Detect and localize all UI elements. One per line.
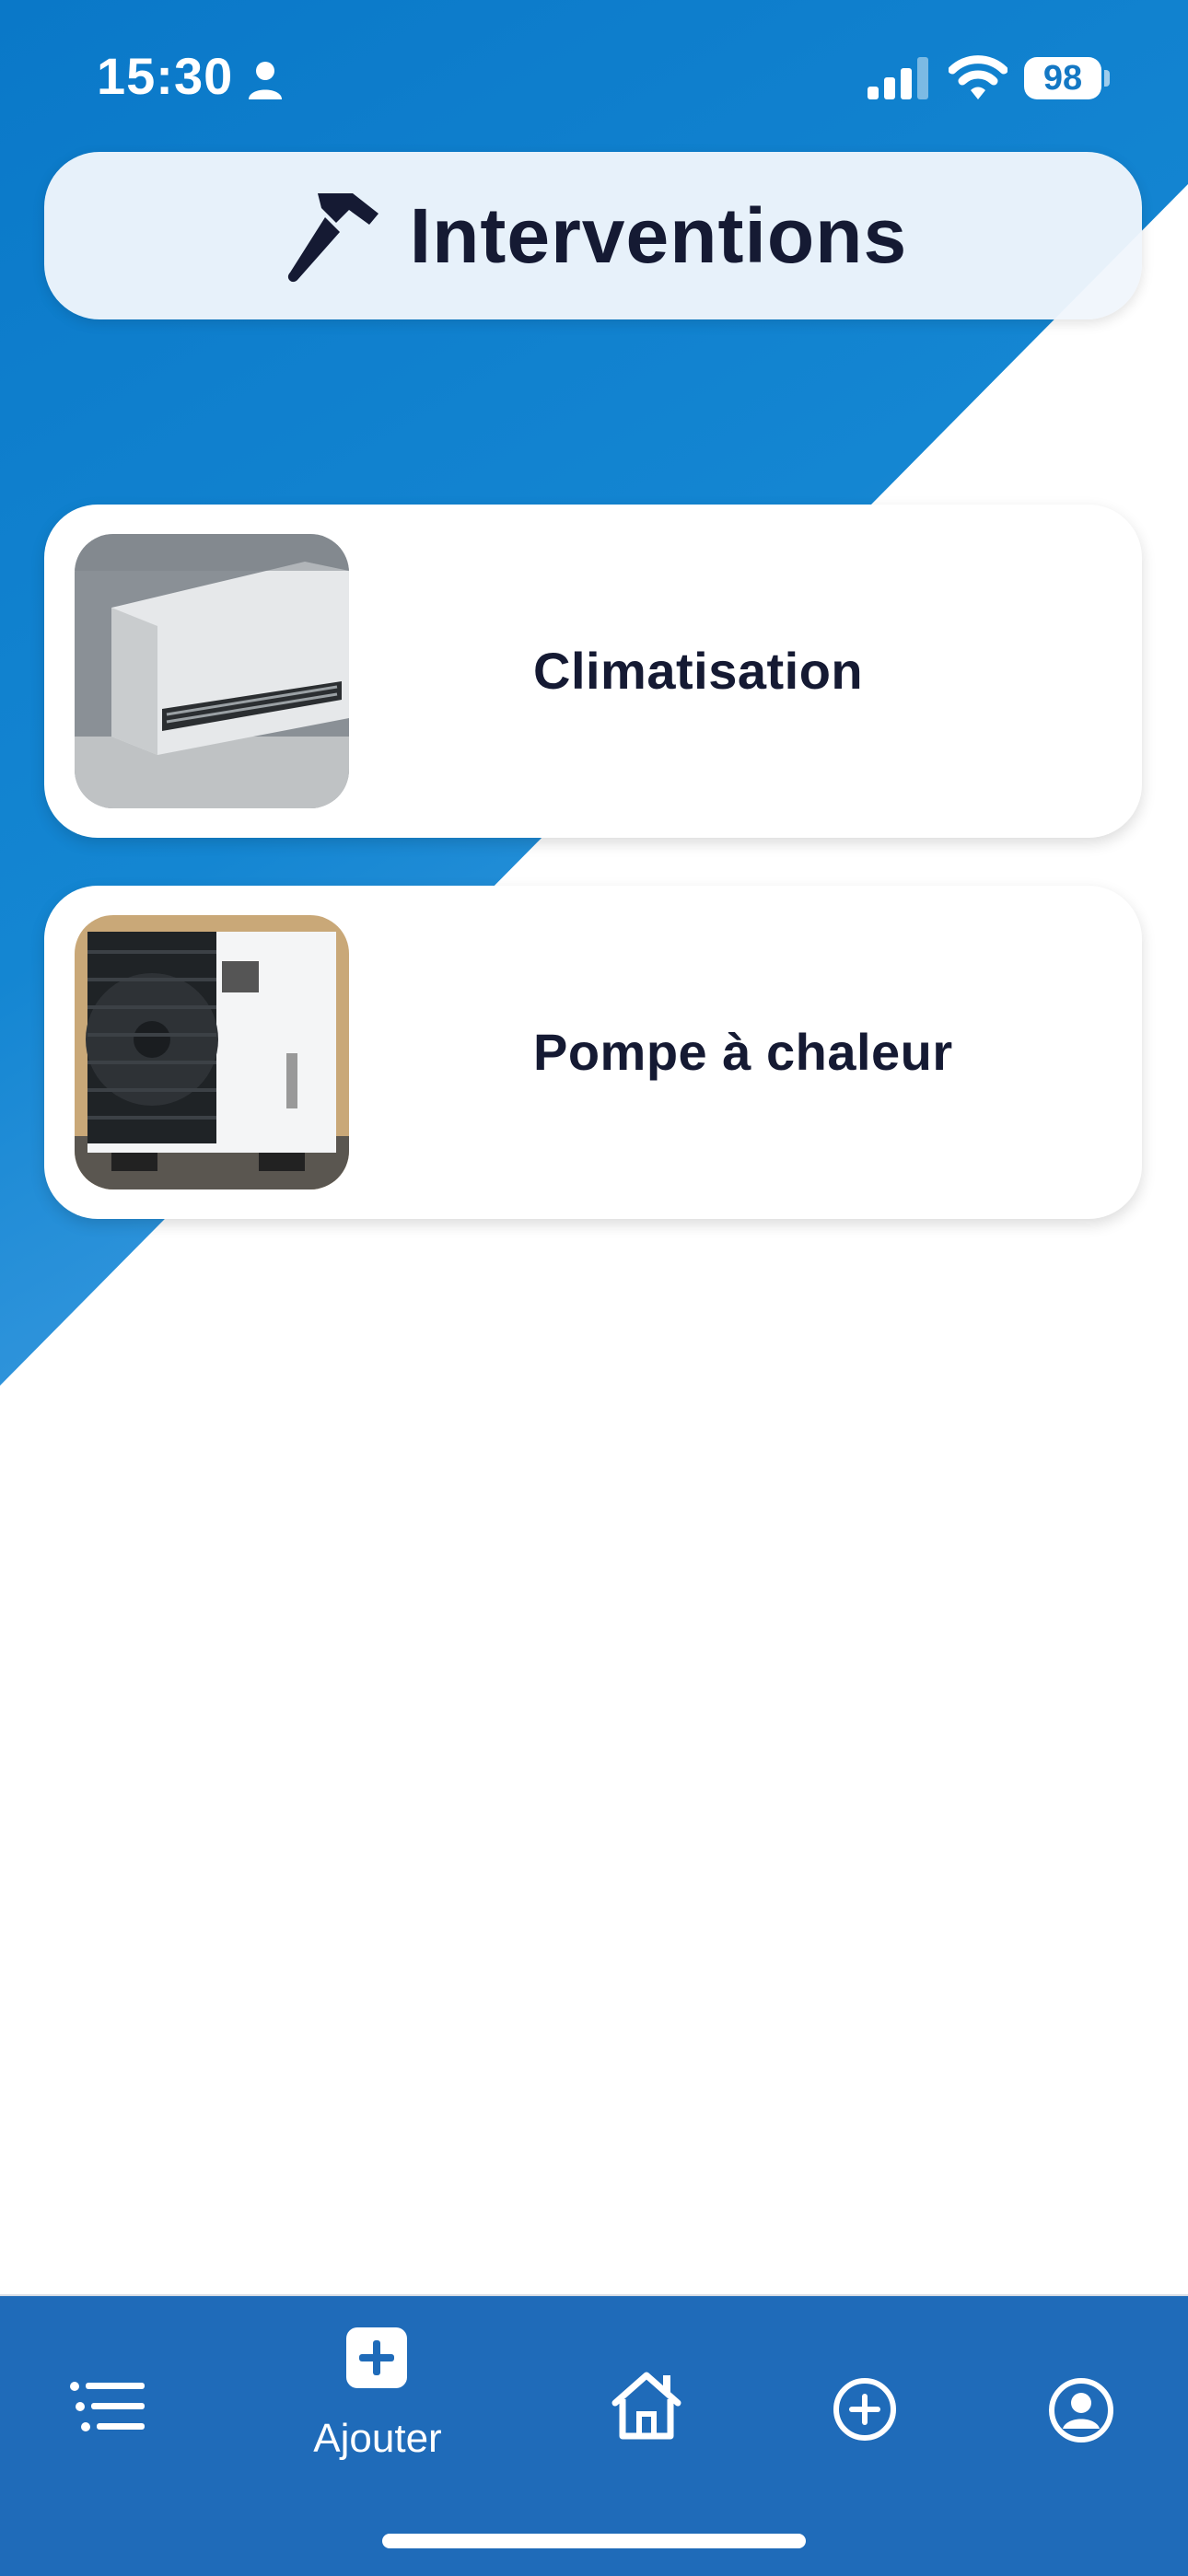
hammer-icon (287, 193, 379, 283)
nav-label-ajouter[interactable]: Ajouter (258, 2416, 497, 2462)
battery-indicator: 98 (1024, 57, 1101, 99)
header-bar: Interventions (44, 152, 1142, 319)
category-card-pompe-a-chaleur[interactable]: Pompe à chaleur (44, 886, 1142, 1219)
air-conditioner-image (75, 534, 349, 808)
profile-icon[interactable] (1048, 2377, 1114, 2443)
category-card-climatisation[interactable]: Climatisation (44, 505, 1142, 838)
card-label: Climatisation (533, 642, 864, 700)
wifi-icon (949, 55, 1007, 99)
add-square-icon[interactable] (346, 2327, 407, 2388)
list-icon[interactable] (69, 2379, 145, 2434)
page-title: Interventions (409, 191, 908, 279)
status-bar: 15:30 98 (0, 0, 1188, 157)
card-label: Pompe à chaleur (533, 1023, 953, 1081)
add-circle-icon[interactable] (833, 2377, 897, 2442)
signal-icon (868, 57, 928, 99)
home-indicator[interactable] (382, 2534, 806, 2548)
status-time: 15:30 (97, 47, 234, 105)
home-icon[interactable] (610, 2370, 683, 2440)
battery-cap (1104, 70, 1110, 87)
background-diagonal (0, 0, 1188, 1386)
person-icon (249, 62, 282, 99)
heat-pump-image (75, 915, 349, 1189)
